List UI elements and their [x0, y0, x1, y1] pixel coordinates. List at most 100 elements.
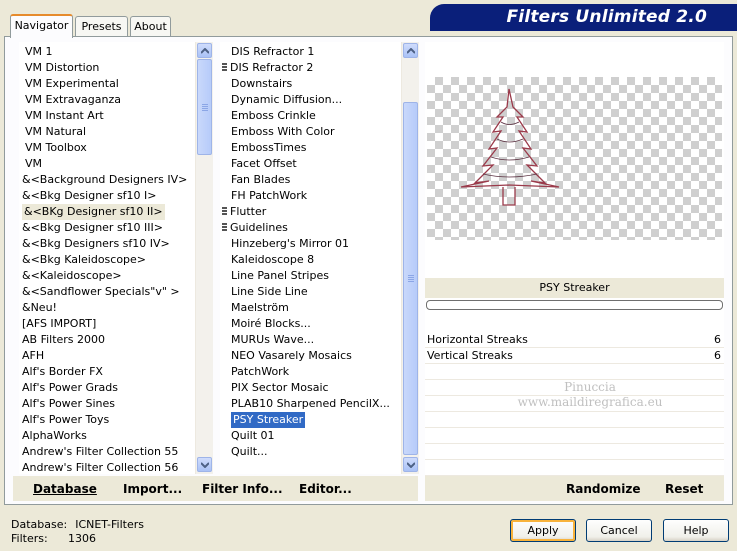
chevron-up-icon [201, 48, 209, 54]
watermark-line1: Pinuccia [564, 380, 616, 394]
category-item[interactable]: &Neu! [22, 300, 57, 316]
filter-item-label: Quilt... [231, 445, 268, 458]
database-button[interactable]: Database [33, 481, 97, 497]
filter-item[interactable]: Guidelines [222, 220, 288, 236]
category-item[interactable]: VM Distortion [25, 60, 99, 76]
scroll-up-button[interactable] [403, 43, 418, 58]
import-button[interactable]: Import... [123, 481, 182, 497]
filter-item-label: PatchWork [231, 365, 290, 378]
category-item[interactable]: Andrew's Filter Collection 55 [22, 444, 178, 460]
filter-item[interactable]: Fan Blades [231, 172, 290, 188]
category-item[interactable]: &<BKg Designer sf10 II> [22, 204, 165, 220]
filter-item[interactable]: EmbossTimes [231, 140, 307, 156]
filter-info-button[interactable]: Filter Info... [202, 481, 283, 497]
filter-item[interactable]: Dynamic Diffusion... [231, 92, 342, 108]
apply-button[interactable]: Apply [510, 519, 576, 542]
database-status-value: ICNET-Filters [75, 518, 144, 531]
filter-item[interactable]: Quilt 01 [231, 428, 275, 444]
category-item[interactable]: Alf's Power Toys [22, 412, 109, 428]
category-scrollbar[interactable] [195, 42, 213, 474]
category-item[interactable]: AFH [22, 348, 44, 364]
filter-scrollbar[interactable] [401, 42, 419, 474]
tab-about[interactable]: About [130, 16, 171, 37]
chevron-down-icon [201, 462, 209, 468]
filter-item-label: Maelström [231, 301, 289, 314]
filter-item-label: Downstairs [231, 77, 293, 90]
category-item[interactable]: &<Bkg Designer sf10 I> [22, 188, 157, 204]
category-item[interactable]: &<Kaleidoscope> [22, 268, 122, 284]
parameter-value[interactable]: 6 [714, 348, 721, 364]
filter-item[interactable]: PLAB10 Sharpened PencilX... [231, 396, 390, 412]
category-item[interactable]: VM Instant Art [25, 108, 104, 124]
reset-button[interactable]: Reset [665, 481, 703, 497]
category-item[interactable]: Andrew's Filter Collection 56 [22, 460, 178, 474]
filter-item-label: Line Side Line [231, 285, 308, 298]
category-item[interactable]: &<Bkg Designers sf10 IV> [22, 236, 170, 252]
preview-image[interactable] [427, 77, 722, 240]
filter-item[interactable]: DIS Refractor 2 [222, 60, 313, 76]
status-info: Database: ICNET-Filters Filters: 1306 [11, 518, 144, 546]
randomize-button[interactable]: Randomize [566, 481, 640, 497]
category-item[interactable]: VM Natural [25, 124, 86, 140]
scroll-thumb[interactable] [403, 102, 418, 455]
filter-item[interactable]: Hinzeberg's Mirror 01 [231, 236, 349, 252]
filter-item[interactable]: Emboss Crinkle [231, 108, 316, 124]
category-item[interactable]: VM Extravaganza [25, 92, 121, 108]
filter-item-label: Kaleidoscope 8 [231, 253, 315, 266]
parameter-value[interactable]: 6 [714, 332, 721, 348]
scroll-thumb[interactable] [197, 59, 212, 155]
filter-item-label: Dynamic Diffusion... [231, 93, 343, 106]
filter-item-label: Quilt 01 [231, 429, 275, 442]
category-item[interactable]: &<Background Designers IV> [22, 172, 187, 188]
filter-item[interactable]: Line Side Line [231, 284, 308, 300]
filter-item[interactable]: MURUs Wave... [231, 332, 314, 348]
filter-item[interactable]: NEO Vasarely Mosaics [231, 348, 352, 364]
filter-item[interactable]: Facet Offset [231, 156, 297, 172]
filter-item[interactable]: FH PatchWork [231, 188, 307, 204]
scroll-down-button[interactable] [403, 457, 418, 472]
category-item[interactable]: VM 1 [25, 44, 53, 60]
category-item[interactable]: VM Experimental [25, 76, 119, 92]
category-item[interactable]: &<Bkg Designer sf10 III> [22, 220, 163, 236]
filter-item[interactable]: PatchWork [231, 364, 289, 380]
category-item[interactable]: Alf's Border FX [22, 364, 103, 380]
scroll-up-button[interactable] [197, 43, 212, 58]
category-item[interactable]: Alf's Power Grads [22, 380, 118, 396]
filter-item-label: PIX Sector Mosaic [231, 381, 329, 394]
tab-presets[interactable]: Presets [75, 16, 128, 37]
editor-button[interactable]: Editor... [299, 481, 352, 497]
filter-item[interactable]: PIX Sector Mosaic [231, 380, 329, 396]
category-item[interactable]: VM [25, 156, 42, 172]
category-item[interactable]: [AFS IMPORT] [22, 316, 96, 332]
filter-list[interactable]: DIS Refractor 1 DIS Refractor 2 Downstairs… [220, 42, 401, 474]
parameter-row[interactable]: Horizontal Streaks 6 [425, 332, 724, 348]
parameter-row[interactable]: Vertical Streaks 6 [425, 348, 724, 364]
category-list[interactable]: VM 1 VM Distortion VM Experimental VM Extra… [19, 42, 195, 474]
scroll-down-button[interactable] [197, 457, 212, 472]
watermark-line2: www.maildiregrafica.eu [517, 395, 663, 409]
filters-status-label: Filters: [11, 532, 48, 545]
category-item[interactable]: AlphaWorks [22, 428, 87, 444]
filter-item[interactable]: PSY Streaker [231, 412, 306, 428]
filter-item[interactable]: Quilt... [231, 444, 268, 460]
filter-item[interactable]: Kaleidoscope 8 [231, 252, 314, 268]
parameter-name: Horizontal Streaks [427, 333, 528, 346]
filter-item[interactable]: Moiré Blocks... [231, 316, 311, 332]
filter-item[interactable]: Flutter [222, 204, 266, 220]
filter-item[interactable]: Emboss With Color [231, 124, 335, 140]
category-item[interactable]: VM Toolbox [25, 140, 87, 156]
parameter-row [425, 460, 724, 476]
filter-item-label: MURUs Wave... [231, 333, 315, 346]
category-item[interactable]: AB Filters 2000 [22, 332, 105, 348]
filter-item[interactable]: DIS Refractor 1 [231, 44, 314, 60]
help-button[interactable]: Help [663, 519, 729, 542]
filter-item[interactable]: Line Panel Stripes [231, 268, 329, 284]
filter-item[interactable]: Downstairs [231, 76, 292, 92]
tab-navigator[interactable]: Navigator [10, 14, 73, 38]
category-item[interactable]: &<Sandflower Specials"v" > [22, 284, 180, 300]
filter-item-label: Emboss Crinkle [231, 109, 316, 122]
category-item[interactable]: Alf's Power Sines [22, 396, 115, 412]
category-item[interactable]: &<Bkg Kaleidoscope> [22, 252, 146, 268]
cancel-button[interactable]: Cancel [586, 519, 652, 542]
filter-item[interactable]: Maelström [231, 300, 289, 316]
